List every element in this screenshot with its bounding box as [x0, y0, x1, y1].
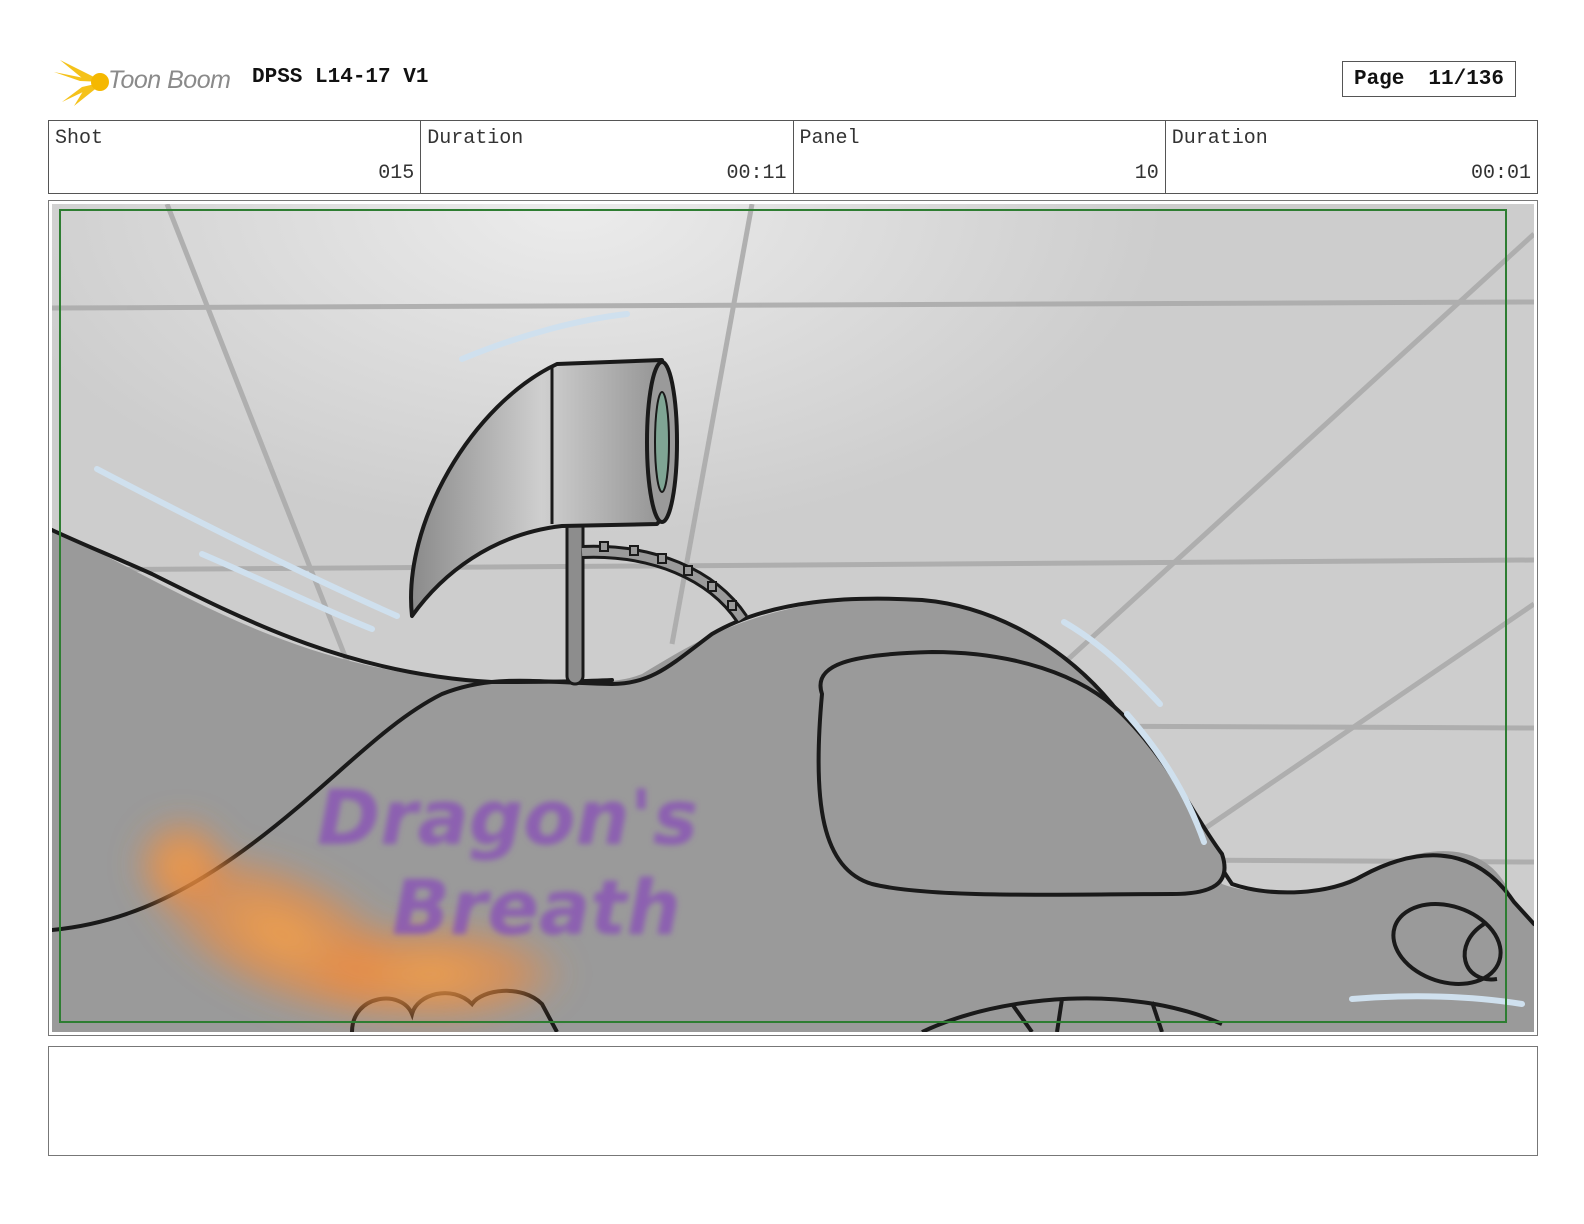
page-number: 11/136: [1428, 67, 1505, 91]
shot-duration-value: 00:11: [726, 162, 787, 185]
panel-drawing: Dragon's Breath: [52, 204, 1534, 1032]
shot-duration-label: Duration: [427, 127, 524, 150]
shot-info-table: Shot 015 Duration 00:11 Panel 10 Duratio…: [48, 120, 1538, 194]
panel-duration-cell: Duration 00:01: [1166, 121, 1537, 193]
shot-duration-cell: Duration 00:11: [421, 121, 794, 193]
storyboard-header: Toon Boom DPSS L14-17 V1 Page 11/136: [48, 54, 1538, 110]
panel-duration-label: Duration: [1171, 127, 1268, 150]
logo-wordmark: Toon Boom: [108, 66, 231, 94]
toon-boom-logo: Toon Boom: [52, 56, 242, 108]
shot-cell: Shot 015: [49, 121, 422, 193]
starburst-logo-icon: [54, 60, 109, 106]
storyboard-panel: Dragon's Breath: [48, 200, 1538, 1036]
panel-cell: Panel 10: [794, 121, 1166, 193]
panel-value: 10: [1134, 162, 1159, 185]
shot-label: Shot: [55, 127, 104, 150]
panel-label: Panel: [799, 127, 860, 150]
page-label: Page: [1353, 67, 1405, 91]
project-title: DPSS L14-17 V1: [252, 66, 429, 89]
page-indicator: Page 11/136: [1342, 61, 1516, 97]
panel-duration-value: 00:01: [1470, 162, 1531, 185]
shot-value: 015: [378, 162, 415, 185]
panel-notes[interactable]: [48, 1046, 1538, 1156]
